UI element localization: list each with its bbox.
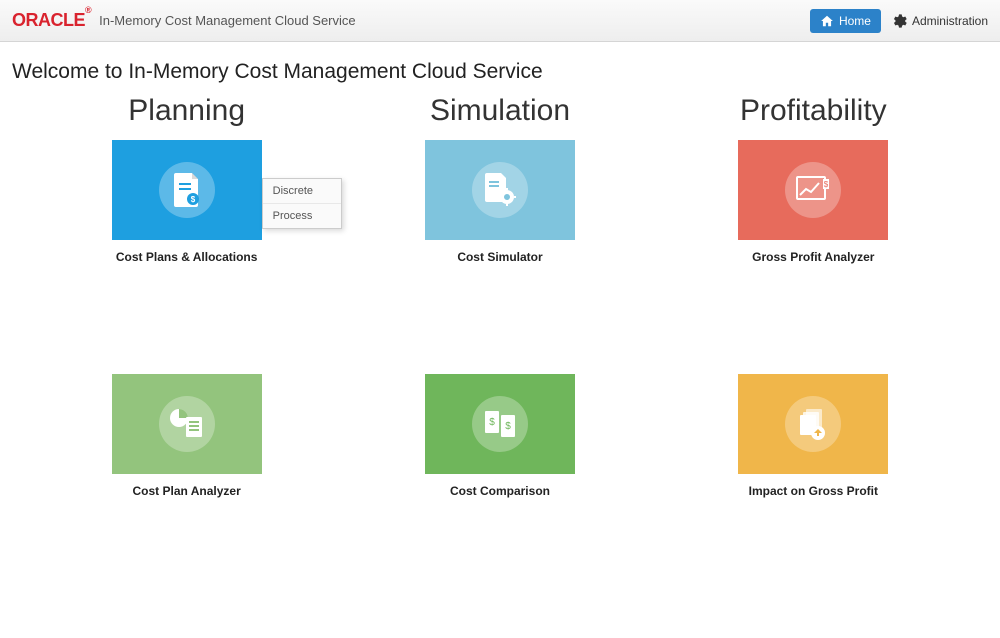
tile-label-gross-profit-analyzer: Gross Profit Analyzer xyxy=(752,250,874,264)
tile-label-cost-comparison: Cost Comparison xyxy=(450,484,550,498)
tile-cost-plans-allocations[interactable]: $ xyxy=(112,140,262,240)
stacked-docs-arrow-icon xyxy=(785,396,841,452)
svg-text:$: $ xyxy=(489,417,495,428)
tile-cost-comparison[interactable]: $ $ xyxy=(425,374,575,474)
svg-text:$: $ xyxy=(190,195,195,204)
tile-cost-comparison-wrap: $ $ Cost Comparison xyxy=(425,374,575,498)
document-dollar-icon: $ xyxy=(159,162,215,218)
pie-clipboard-icon xyxy=(159,396,215,452)
header-bar: ORACLE® In-Memory Cost Management Cloud … xyxy=(0,0,1000,42)
tile-cost-simulator[interactable] xyxy=(425,140,575,240)
oracle-brand-text: ORACLE xyxy=(12,10,85,30)
tile-label-impact-gross-profit: Impact on Gross Profit xyxy=(749,484,878,498)
column-simulation: Simulation Co xyxy=(350,94,650,608)
administration-label: Administration xyxy=(912,14,988,28)
column-title-simulation: Simulation xyxy=(430,94,570,128)
home-label: Home xyxy=(839,14,871,28)
column-profitability: Profitability $ Gross Profit Analyzer xyxy=(663,94,963,608)
oracle-logo: ORACLE® xyxy=(12,10,91,31)
gear-icon xyxy=(891,13,907,29)
tile-label-cost-simulator: Cost Simulator xyxy=(457,250,542,264)
header-left: ORACLE® In-Memory Cost Management Cloud … xyxy=(12,10,356,31)
document-gear-icon xyxy=(472,162,528,218)
registered-mark: ® xyxy=(85,5,91,15)
column-title-profitability: Profitability xyxy=(740,94,887,128)
welcome-title: Welcome to In-Memory Cost Management Clo… xyxy=(0,42,1000,94)
popup-item-process[interactable]: Process xyxy=(263,204,341,228)
column-planning: Planning $ Cost Plans & Allocations Disc… xyxy=(37,94,337,608)
header-right: Home Administration xyxy=(810,9,988,33)
tile-cost-plan-analyzer[interactable] xyxy=(112,374,262,474)
tile-label-cost-plan-analyzer: Cost Plan Analyzer xyxy=(133,484,241,498)
popup-item-discrete[interactable]: Discrete xyxy=(263,179,341,204)
tile-gross-profit-analyzer[interactable]: $ xyxy=(738,140,888,240)
column-title-planning: Planning xyxy=(128,94,245,128)
administration-button[interactable]: Administration xyxy=(891,13,988,29)
tile-cost-plans-allocations-wrap: $ Cost Plans & Allocations Discrete Proc… xyxy=(112,140,262,264)
home-icon xyxy=(820,14,834,28)
tile-cost-plan-analyzer-wrap: Cost Plan Analyzer xyxy=(112,374,262,498)
popup-menu: Discrete Process xyxy=(262,178,342,229)
tile-label-cost-plans-allocations: Cost Plans & Allocations xyxy=(116,250,258,264)
tile-gross-profit-analyzer-wrap: $ Gross Profit Analyzer xyxy=(738,140,888,264)
tile-cost-simulator-wrap: Cost Simulator xyxy=(425,140,575,264)
tile-impact-gross-profit-wrap: Impact on Gross Profit xyxy=(738,374,888,498)
header-subtitle: In-Memory Cost Management Cloud Service xyxy=(99,13,356,28)
svg-text:$: $ xyxy=(505,421,511,432)
home-button[interactable]: Home xyxy=(810,9,881,33)
chart-up-dollar-icon: $ xyxy=(785,162,841,218)
svg-text:$: $ xyxy=(824,180,829,189)
dashboard-columns: Planning $ Cost Plans & Allocations Disc… xyxy=(0,94,1000,608)
tile-impact-gross-profit[interactable] xyxy=(738,374,888,474)
documents-compare-icon: $ $ xyxy=(472,396,528,452)
